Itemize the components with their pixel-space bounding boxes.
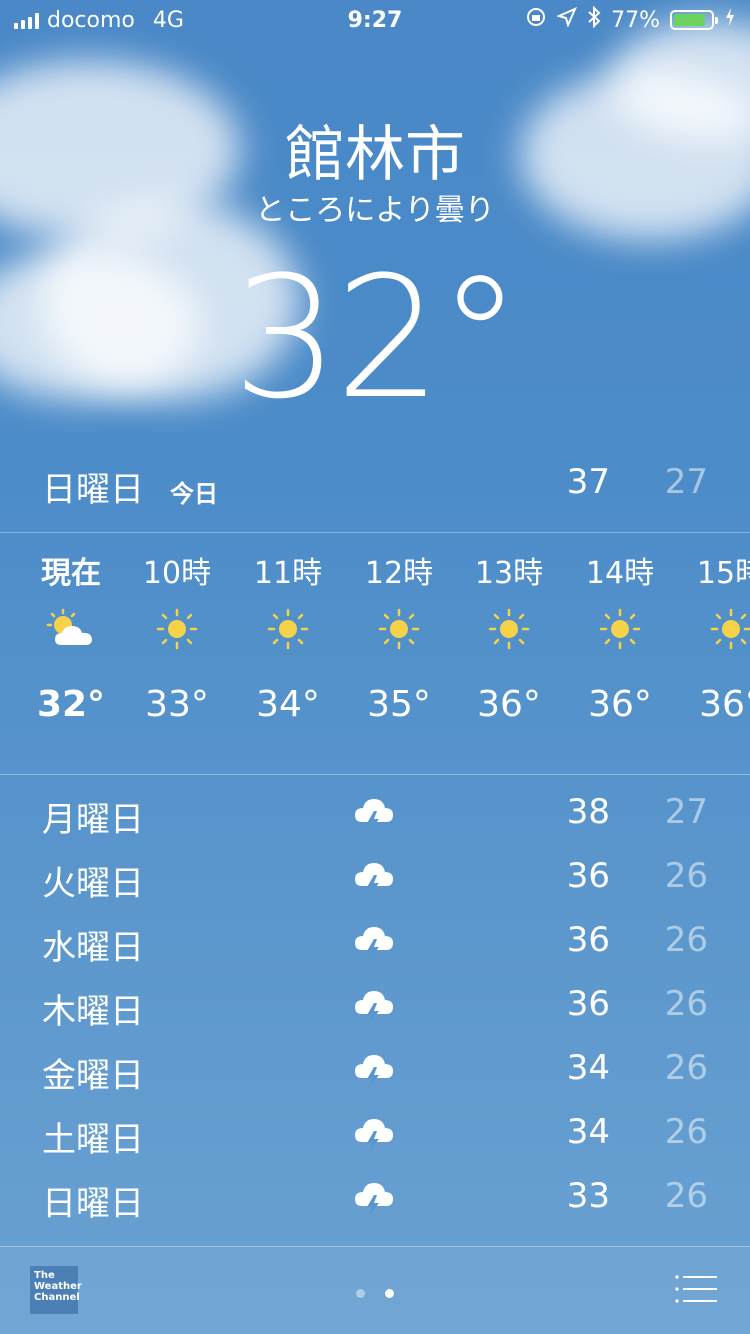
- today-high: 37: [566, 462, 610, 502]
- sun-icon: [565, 594, 675, 664]
- thunderstorm-icon: [352, 858, 396, 902]
- daily-low: 26: [664, 920, 708, 960]
- daily-row: 金曜日 34 26: [0, 1046, 750, 1110]
- city-name: 館林市: [285, 120, 465, 190]
- hour-item: 現在 32°: [16, 548, 126, 725]
- daily-low: 26: [664, 984, 708, 1024]
- daily-day: 木曜日: [42, 992, 144, 1032]
- hour-time: 12時: [364, 556, 434, 591]
- battery-percent: 77%: [611, 7, 660, 33]
- divider: [0, 532, 750, 533]
- daily-row: 月曜日 38 27: [0, 790, 750, 854]
- hour-time: 14時: [585, 556, 655, 591]
- location-arrow-icon: [556, 7, 578, 33]
- page-dot-active: [384, 1289, 394, 1298]
- thunderstorm-icon: [352, 1050, 396, 1094]
- daily-day: 土曜日: [42, 1120, 144, 1160]
- daily-high: 36: [566, 984, 610, 1024]
- today-low: 27: [664, 462, 708, 502]
- condition-text: ところにより曇り: [255, 193, 495, 228]
- today-day: 日曜日: [42, 470, 144, 510]
- hour-temp: 33°: [145, 684, 209, 725]
- hour-time: 15時: [696, 556, 750, 591]
- sun-icon: [233, 594, 343, 664]
- status-bar: docomo 4G 9:27 77%: [0, 0, 750, 40]
- sun-icon: [122, 594, 232, 664]
- hour-time: 11時: [253, 556, 323, 591]
- hour-time: 10時: [142, 556, 212, 591]
- daily-row: 日曜日 33 26: [0, 1174, 750, 1238]
- thunderstorm-icon: [352, 794, 396, 838]
- daily-forecast[interactable]: 月曜日 38 27 火曜日 36 26 水曜日 36 26 木曜日 36 26 …: [0, 790, 750, 1238]
- page-dot: [356, 1289, 366, 1298]
- page-indicator[interactable]: [0, 1283, 750, 1302]
- hour-time: 13時: [474, 556, 544, 591]
- today-label: 今日: [170, 480, 218, 508]
- thunderstorm-icon: [352, 1114, 396, 1158]
- hour-temp: 36°: [699, 684, 750, 725]
- hour-temp: 32°: [36, 684, 106, 725]
- daily-day: 水曜日: [42, 928, 144, 968]
- hour-item: 10時 33°: [122, 548, 232, 725]
- hour-item: 11時 34°: [233, 548, 343, 725]
- partly-cloudy-icon: [16, 594, 126, 664]
- hour-item: 14時 36°: [565, 548, 675, 725]
- current-temperature: 32°: [232, 240, 522, 436]
- hour-item: 13時 36°: [454, 548, 564, 725]
- charging-icon: [724, 7, 736, 33]
- hour-item: 15時 36°: [676, 548, 750, 725]
- hourly-forecast[interactable]: 現在 32° 10時 33° 11時 34° 12時 35° 13時 36° 1…: [0, 548, 750, 758]
- divider: [0, 774, 750, 775]
- bluetooth-icon: [587, 5, 601, 34]
- hour-item: 12時 35°: [344, 548, 454, 725]
- hour-temp: 34°: [256, 684, 320, 725]
- daily-high: 36: [566, 920, 610, 960]
- thunderstorm-icon: [352, 986, 396, 1030]
- thunderstorm-icon: [352, 922, 396, 966]
- bottom-toolbar: The Weather Channel: [0, 1246, 750, 1334]
- sun-icon: [676, 594, 750, 664]
- hour-temp: 36°: [477, 684, 541, 725]
- hour-temp: 35°: [367, 684, 431, 725]
- thunderstorm-icon: [352, 1178, 396, 1222]
- daily-day: 火曜日: [42, 864, 144, 904]
- daily-day: 月曜日: [42, 800, 144, 840]
- daily-low: 26: [664, 1176, 708, 1216]
- daily-day: 金曜日: [42, 1056, 144, 1096]
- today-row: 日曜日 今日 37 27: [0, 462, 750, 512]
- city-list-icon[interactable]: [674, 1274, 718, 1304]
- hour-time: 現在: [41, 556, 101, 591]
- hour-temp: 36°: [588, 684, 652, 725]
- battery-icon: [670, 10, 718, 30]
- sun-icon: [344, 594, 454, 664]
- daily-row: 木曜日 36 26: [0, 982, 750, 1046]
- daily-low: 26: [664, 1048, 708, 1088]
- daily-high: 34: [566, 1112, 610, 1152]
- daily-day: 日曜日: [42, 1184, 144, 1224]
- daily-low: 26: [664, 1112, 708, 1152]
- daily-low: 27: [664, 792, 708, 832]
- daily-high: 34: [566, 1048, 610, 1088]
- daily-low: 26: [664, 856, 708, 896]
- sun-icon: [454, 594, 564, 664]
- daily-row: 水曜日 36 26: [0, 918, 750, 982]
- rotation-lock-icon: [525, 6, 547, 34]
- daily-row: 土曜日 34 26: [0, 1110, 750, 1174]
- daily-row: 火曜日 36 26: [0, 854, 750, 918]
- daily-high: 36: [566, 856, 610, 896]
- daily-high: 38: [566, 792, 610, 832]
- daily-high: 33: [566, 1176, 610, 1216]
